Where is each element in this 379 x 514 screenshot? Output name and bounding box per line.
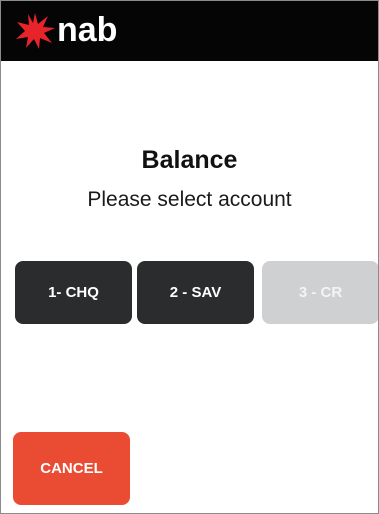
nab-star-icon [16, 13, 55, 49]
credit-account-button: 3 - CR [262, 261, 378, 324]
savings-account-button[interactable]: 2 - SAV [137, 261, 254, 324]
atm-screen: nab Balance Please select account 1- CHQ… [0, 0, 379, 514]
page-title: Balance [141, 146, 238, 174]
header-bar: nab [1, 1, 378, 61]
cheque-account-button[interactable]: 1- CHQ [15, 261, 132, 324]
page-subtitle: Please select account [87, 188, 292, 211]
brand-logo-text: nab [57, 11, 118, 49]
cancel-button[interactable]: CANCEL [13, 432, 130, 505]
